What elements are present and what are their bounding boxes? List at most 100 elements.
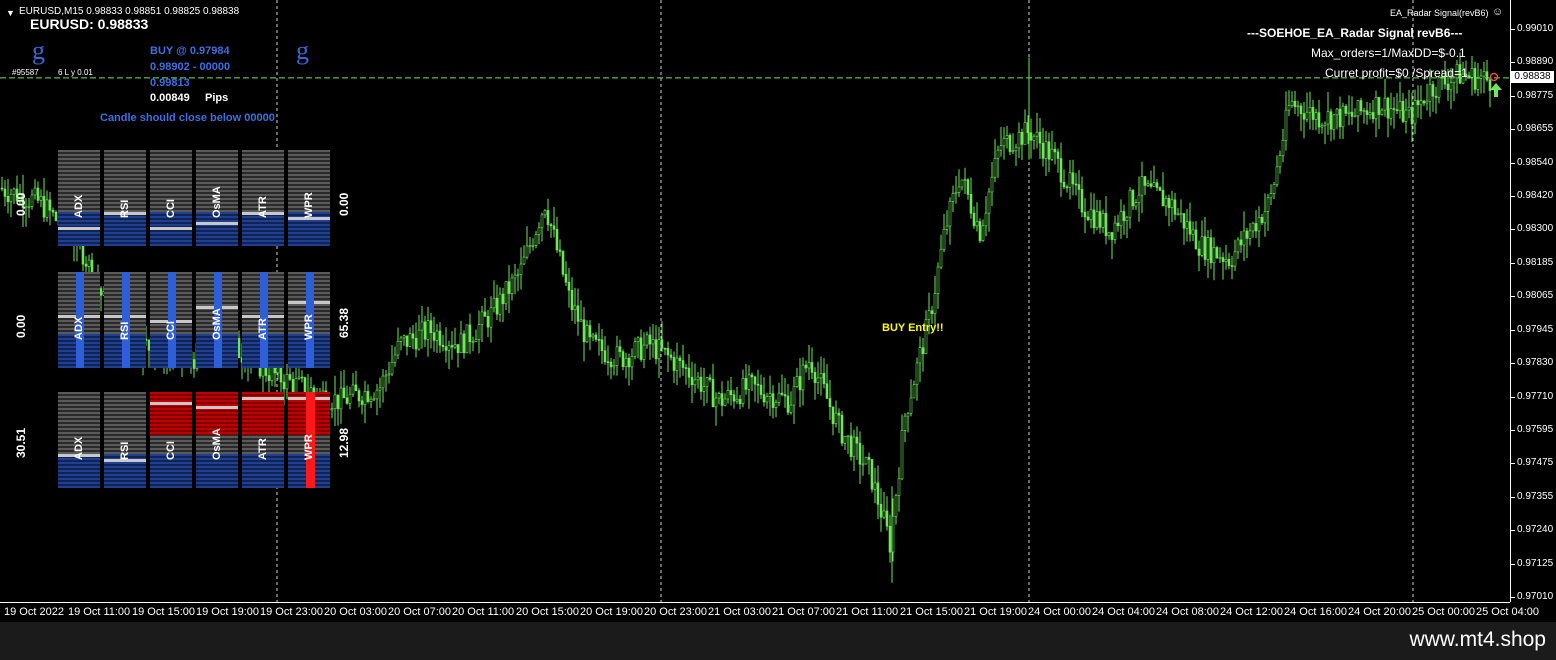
candle-body [750, 374, 754, 378]
candle-body [975, 221, 979, 227]
candle-body [1407, 106, 1411, 111]
candle-body [1029, 132, 1033, 141]
candle-body [444, 346, 448, 351]
candle-body [1152, 182, 1156, 187]
candle-body [879, 503, 883, 518]
candle-body [558, 249, 562, 252]
indicator-column-label: ADX [73, 316, 85, 340]
candle-body [1101, 213, 1105, 228]
candle-body [573, 305, 577, 310]
indicator-column: RSI [104, 392, 146, 488]
candle-body [519, 263, 523, 275]
candle-body [963, 179, 967, 181]
indicator-column-label: CCI [165, 441, 177, 460]
candle-body [1005, 135, 1009, 139]
candle-body [1305, 111, 1309, 120]
candle-body [555, 229, 559, 251]
candle-body [567, 281, 571, 291]
candle-body [897, 478, 901, 496]
candle-body [996, 149, 1000, 159]
candle-body [1329, 111, 1333, 130]
candle-body [300, 376, 304, 379]
price-axis-label: 0.97010 [1517, 591, 1554, 602]
candle-body [960, 179, 964, 188]
candle-body [552, 225, 556, 230]
candle-body [861, 463, 865, 466]
candle-body [1149, 183, 1153, 187]
candle-body [1053, 148, 1057, 153]
candle-body [1296, 105, 1300, 108]
price-axis-tick [1511, 296, 1515, 298]
time-axis-label: 21 Oct 07:00 [772, 606, 835, 618]
candle-body [462, 333, 466, 354]
candle-body [909, 397, 913, 414]
candle-body [1065, 186, 1069, 189]
candle-body [1284, 109, 1288, 141]
panel-right-value: 0.00 [337, 192, 351, 216]
price-axis-label: 0.98540 [1517, 156, 1554, 168]
candle-body [579, 319, 583, 322]
indicator-column: RSI [104, 272, 146, 368]
candle-body [1173, 199, 1177, 215]
candle-body [825, 383, 829, 399]
candle-body [705, 377, 709, 387]
candle-body [1059, 158, 1063, 183]
time-axis-label: 21 Oct 11:00 [836, 606, 899, 618]
candle-body [747, 374, 751, 390]
ea-profit: Curret profit=$0 /Spread=1 [1325, 66, 1468, 80]
candle-body [1185, 221, 1189, 229]
candle-body [423, 321, 427, 340]
price-axis[interactable]: 0.99010 0.98890 0.98775 0.98655 0.98540 0.984… [1510, 0, 1556, 602]
candle-body [768, 393, 772, 398]
candle-body [1368, 112, 1372, 116]
candle-body [537, 227, 541, 235]
candle-body [1242, 230, 1246, 246]
candle-body [687, 367, 691, 378]
candle-body [585, 325, 589, 343]
candle-body [402, 335, 406, 339]
candle-body [453, 344, 457, 348]
candle-body [366, 391, 370, 402]
time-axis[interactable]: 19 Oct 2022 19 Oct 11:00 19 Oct 15:00 19 Oc… [0, 602, 1539, 623]
candle-body [1050, 148, 1054, 160]
chart-area[interactable]: ▼ EURUSD,M15 0.98833 0.98851 0.98825 0.9… [0, 0, 1510, 602]
price-axis-label: 0.97125 [1517, 557, 1554, 569]
indicator-column-label: WPR [303, 314, 315, 340]
candle-body [435, 330, 439, 341]
candle-body [936, 266, 940, 294]
indicator-column: ADX [58, 392, 100, 488]
candle-body [1293, 100, 1297, 108]
candle-body [447, 345, 451, 351]
candle-body [405, 335, 409, 347]
ea-title: ---SOEHOE_EA_Radar Signal revB6--- [1247, 26, 1463, 40]
candle-body [1233, 251, 1237, 267]
candle-body [495, 297, 499, 315]
candle-body [522, 256, 526, 265]
price-axis-label: 0.97595 [1517, 423, 1554, 435]
candle-body [597, 339, 601, 341]
candle-body [888, 525, 892, 553]
price-axis-label: 0.97945 [1517, 323, 1554, 335]
candle-body [663, 347, 667, 350]
chart-menu-button[interactable]: ▼ [6, 8, 15, 18]
time-axis-label: 20 Oct 07:00 [388, 606, 451, 618]
candle-body [627, 357, 631, 368]
indicator-level-marker [242, 397, 284, 400]
candle-body [651, 339, 655, 345]
time-axis-label: 19 Oct 19:00 [196, 606, 259, 618]
candle-body [666, 348, 670, 356]
candle-body [717, 393, 721, 399]
candle-body [1245, 230, 1249, 239]
candle-body [1314, 112, 1318, 120]
candle-body [1272, 184, 1276, 194]
time-axis-label: 20 Oct 03:00 [324, 606, 387, 618]
candle-body [1095, 211, 1099, 228]
price-axis-tick [1511, 262, 1515, 264]
candle-body [972, 212, 976, 227]
candle-body [1038, 131, 1042, 144]
candle-body [816, 377, 820, 383]
candle-body [1224, 258, 1228, 262]
candle-body [1140, 176, 1144, 196]
candle-body [987, 191, 991, 214]
indicator-panel: 0.00 0.00 ADX RSI CCI OsMA ATR WPR [0, 150, 360, 248]
